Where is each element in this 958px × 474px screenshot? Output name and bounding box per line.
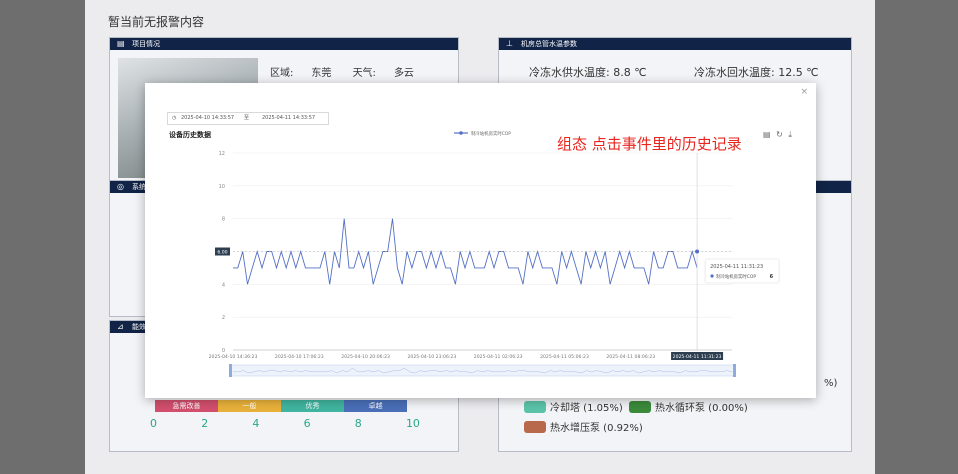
system-panel-title: 系统 bbox=[132, 183, 146, 191]
return-temp: 冷冻水回水温度: 12.5 ℃ bbox=[694, 66, 819, 79]
x-tick-label: 2025-04-11 11:31:23 bbox=[673, 354, 722, 360]
scale-tick: 10 bbox=[405, 417, 420, 430]
datazoom-handle-right bbox=[733, 364, 736, 377]
project-panel-header: ▤ 项目情况 bbox=[110, 38, 458, 50]
legend-swatch bbox=[524, 420, 546, 433]
weather-label: 天气: bbox=[352, 68, 376, 79]
energy-panel-title: 能效 bbox=[132, 323, 146, 331]
x-tick-label: 2025-04-11 02:06:23 bbox=[474, 354, 523, 360]
y-tick-label: 2 bbox=[222, 315, 225, 321]
pct-fragment: %) bbox=[824, 378, 838, 389]
y-pointer-label: 6.00 bbox=[217, 250, 227, 256]
history-modal: × ◷ 2025-04-10 14:33:57 至 2025-04-11 14:… bbox=[145, 83, 816, 398]
legend-swatch bbox=[524, 400, 546, 413]
gear-icon: ◎ bbox=[117, 182, 124, 191]
x-tick-label: 2025-04-10 17:06:23 bbox=[275, 354, 324, 360]
legend-marker bbox=[459, 131, 463, 135]
efficiency-ticks: 0 2 4 6 8 10 bbox=[150, 417, 420, 430]
y-tick-label: 10 bbox=[219, 184, 225, 190]
y-tick-label: 8 bbox=[222, 217, 225, 223]
document-icon: ▤ bbox=[117, 39, 125, 48]
x-tick-label: 2025-04-10 23:06:23 bbox=[407, 354, 456, 360]
legend-cooling-tower: 冷却塔 (1.05%) bbox=[524, 399, 623, 414]
project-panel-title: 项目情况 bbox=[132, 40, 160, 48]
y-tick-label: 0 bbox=[222, 348, 225, 354]
project-info: 区域: 东莞 天气: 多云 bbox=[270, 64, 432, 79]
scale-average: 一般 bbox=[218, 400, 281, 412]
tooltip-time: 2025-04-11 11:31:23 bbox=[710, 264, 763, 270]
area-value: 东莞 bbox=[311, 68, 332, 79]
efficiency-scale-bar: 急需改善 一般 优秀 卓越 bbox=[155, 400, 407, 412]
scale-tick: 2 bbox=[201, 417, 209, 430]
tooltip-series: 制冷站机房实时COP bbox=[716, 273, 756, 280]
datazoom-handle-left bbox=[229, 364, 232, 377]
legend-booster-pump: 热水增压泵 (0.92%) bbox=[524, 419, 643, 434]
supply-temp: 冷冻水供水温度: 8.8 ℃ bbox=[529, 66, 647, 79]
chiller-panel-header: ⊥ 机房总管水温参数 bbox=[499, 38, 851, 50]
legend-label: 制冷站机房实时COP bbox=[471, 130, 511, 137]
scale-outstanding: 卓越 bbox=[344, 400, 407, 412]
hover-point bbox=[695, 249, 700, 254]
legend-hot-water-pump: 热水循环泵 (0.00%) bbox=[629, 399, 748, 414]
scale-urgent: 急需改善 bbox=[155, 400, 218, 412]
scale-tick: 8 bbox=[354, 417, 362, 430]
x-tick-label: 2025-04-10 20:06:23 bbox=[341, 354, 390, 360]
x-tick-label: 2025-04-11 05:06:23 bbox=[540, 354, 589, 360]
legend-label: 热水增压泵 (0.92%) bbox=[550, 423, 643, 434]
weather-value: 多云 bbox=[393, 68, 414, 79]
tooltip-value: 6 bbox=[770, 274, 774, 280]
scale-tick: 4 bbox=[252, 417, 260, 430]
alarm-status-text: 暂当前无报警内容 bbox=[108, 15, 205, 29]
thermometer-icon: ⊥ bbox=[506, 39, 513, 48]
y-tick-label: 4 bbox=[222, 282, 225, 288]
area-label: 区域: bbox=[270, 68, 294, 79]
legend-label: 热水循环泵 (0.00%) bbox=[655, 403, 748, 414]
scale-tick: 6 bbox=[303, 417, 311, 430]
x-tick-label: 2025-04-10 14:36:23 bbox=[209, 354, 258, 360]
scale-tick: 0 bbox=[150, 417, 157, 430]
scale-excellent: 优秀 bbox=[281, 400, 344, 412]
tooltip-marker bbox=[710, 274, 714, 278]
legend-label: 冷却塔 (1.05%) bbox=[550, 403, 623, 414]
bar-chart-icon: ⊿ bbox=[117, 322, 124, 331]
y-tick-label: 12 bbox=[219, 151, 225, 157]
legend-swatch bbox=[629, 400, 651, 413]
x-tick-label: 2025-04-11 08:06:23 bbox=[606, 354, 655, 360]
cop-line-chart[interactable]: 0 2 4 6 8 10 12 2025-04-10 14:36:23 2025-04-10 1… bbox=[145, 83, 816, 398]
chiller-panel-title: 机房总管水温参数 bbox=[521, 40, 577, 48]
